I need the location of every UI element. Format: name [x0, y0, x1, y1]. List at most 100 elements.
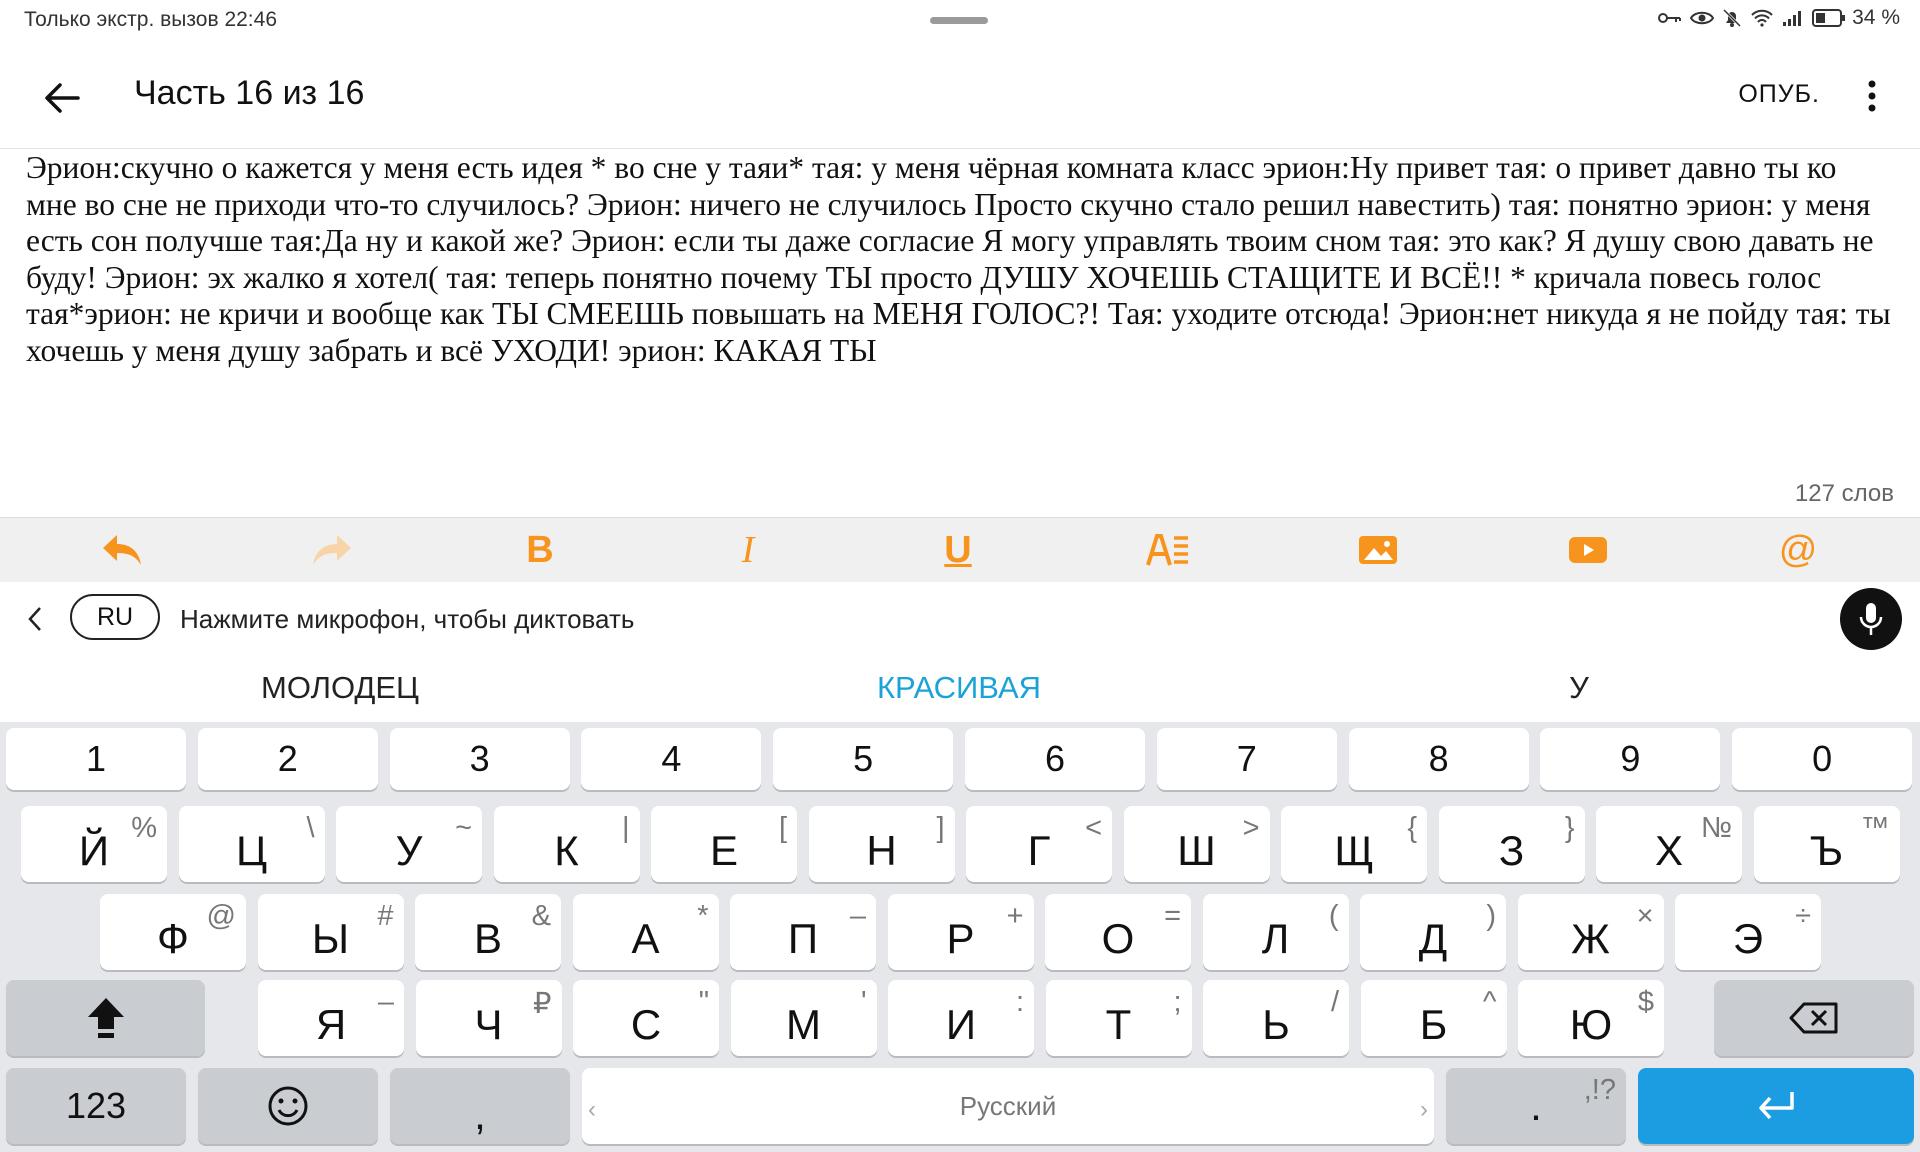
- keyboard-key[interactable]: С ": [573, 980, 719, 1056]
- key-secondary-label: @: [206, 900, 236, 932]
- key-icon: [1658, 13, 1682, 23]
- period-key-label: .: [1530, 1082, 1542, 1129]
- suggestion-2[interactable]: КРАСИВАЯ: [877, 670, 1041, 706]
- key-label: Ы: [311, 915, 350, 962]
- key-secondary-label: |: [621, 812, 630, 844]
- shift-key[interactable]: [6, 980, 205, 1056]
- keyboard-key[interactable]: 4: [581, 728, 762, 790]
- keyboard-key[interactable]: Г <: [966, 806, 1112, 882]
- keyboard-key[interactable]: В &: [415, 894, 561, 970]
- keyboard-key[interactable]: Ч ₽: [415, 980, 562, 1056]
- keyboard-key[interactable]: 9: [1540, 728, 1721, 790]
- keyboard-key[interactable]: Д): [1360, 894, 1506, 970]
- video-insert-icon[interactable]: [1566, 530, 1610, 570]
- undo-icon[interactable]: [100, 530, 144, 570]
- bold-button[interactable]: B: [518, 529, 562, 571]
- keyboard-key[interactable]: Е[: [651, 806, 797, 882]
- redo-icon[interactable]: [310, 530, 354, 570]
- space-key[interactable]: ‹ Русский ›: [582, 1068, 1434, 1144]
- key-secondary-label: ): [1486, 900, 1496, 932]
- underline-button[interactable]: U: [936, 529, 980, 571]
- key-label: 9: [1620, 738, 1641, 779]
- language-pill[interactable]: RU: [70, 594, 160, 640]
- keyboard-key[interactable]: 1: [6, 728, 186, 790]
- keyboard-key[interactable]: К |: [493, 806, 640, 882]
- text-align-icon[interactable]: [1146, 530, 1190, 570]
- keyboard-key[interactable]: Ф @: [100, 894, 246, 970]
- keyboard-key[interactable]: 8: [1348, 728, 1529, 790]
- italic-button[interactable]: I: [726, 529, 770, 571]
- story-text-editor[interactable]: Эрион:скучно о кажется у меня есть идея …: [26, 150, 1892, 470]
- key-secondary-label: :: [1015, 986, 1024, 1018]
- bell-off-icon: [1723, 8, 1742, 28]
- comma-key[interactable]: ,: [390, 1068, 570, 1144]
- key-label: Н: [866, 827, 897, 874]
- key-label: Е: [709, 827, 738, 874]
- keyboard-key[interactable]: Ш >: [1123, 806, 1270, 882]
- keyboard-key[interactable]: М ': [730, 980, 877, 1056]
- keyboard-key[interactable]: Т;: [1045, 980, 1192, 1056]
- keyboard-key[interactable]: 2: [197, 728, 378, 790]
- microphone-button[interactable]: [1840, 588, 1902, 650]
- key-secondary-label: ×: [1636, 900, 1654, 932]
- keyboard-key[interactable]: О =: [1045, 894, 1191, 970]
- keyboard-key[interactable]: Я –: [258, 980, 404, 1056]
- period-key[interactable]: . ,!?: [1446, 1068, 1626, 1144]
- key-secondary-label: &: [531, 900, 551, 932]
- back-arrow-icon[interactable]: [38, 74, 86, 122]
- emoji-key[interactable]: [198, 1068, 378, 1144]
- keyboard-key[interactable]: Ц \: [178, 806, 325, 882]
- publish-button[interactable]: ОПУБ.: [1738, 80, 1820, 109]
- keyboard-key[interactable]: Э ÷: [1675, 894, 1821, 970]
- keyboard-key[interactable]: П –: [730, 894, 876, 970]
- chevron-left-icon[interactable]: [24, 604, 46, 634]
- keyboard-key[interactable]: У ~: [336, 806, 482, 882]
- key-label: Ю: [1569, 1001, 1613, 1048]
- suggestion-1[interactable]: МОЛОДЕЦ: [261, 670, 419, 706]
- keyboard-key[interactable]: А *: [572, 894, 719, 970]
- keyboard-key[interactable]: 6: [965, 728, 1145, 790]
- key-label: Й: [78, 827, 110, 874]
- keyboard-key[interactable]: Ж ×: [1517, 894, 1664, 970]
- drag-handle[interactable]: [930, 17, 988, 24]
- keyboard-key[interactable]: Й%: [21, 806, 167, 882]
- keyboard-key[interactable]: 5: [773, 728, 954, 790]
- keyboard-key[interactable]: 7: [1156, 728, 1337, 790]
- suggestion-3[interactable]: У: [1569, 670, 1589, 706]
- keyboard-key[interactable]: Б ^: [1360, 980, 1507, 1056]
- status-bar: Только экстр. вызов 22:46 34 %: [0, 0, 1920, 40]
- image-insert-icon[interactable]: [1356, 530, 1400, 570]
- key-label: 7: [1236, 738, 1257, 779]
- keyboard-key[interactable]: Щ{: [1281, 806, 1427, 882]
- keyboard-key[interactable]: Ь /: [1203, 980, 1349, 1056]
- backspace-key[interactable]: [1714, 980, 1914, 1056]
- more-vert-icon[interactable]: [1860, 78, 1884, 114]
- keyboard-key[interactable]: Н]: [808, 806, 955, 882]
- key-secondary-label: [: [778, 812, 787, 844]
- mention-button[interactable]: @: [1776, 529, 1820, 571]
- key-secondary-label: $: [1637, 986, 1654, 1018]
- keyboard-key[interactable]: Р +: [887, 894, 1034, 970]
- keyboard-key[interactable]: Л(: [1202, 894, 1349, 970]
- word-count: 127 слов: [1794, 480, 1894, 507]
- space-right-chevron-icon: ›: [1420, 1096, 1428, 1123]
- key-secondary-label: –: [849, 900, 866, 932]
- page-title: Часть 16 из 16: [134, 74, 365, 112]
- keyboard-key[interactable]: Ы #: [257, 894, 404, 970]
- keyboard-key[interactable]: 3: [389, 728, 570, 790]
- keyboard-key[interactable]: Ю $: [1518, 980, 1664, 1056]
- key-label: 6: [1044, 738, 1066, 779]
- battery: 34 %: [1812, 6, 1900, 30]
- keyboard-key[interactable]: Х №: [1596, 806, 1742, 882]
- keyboard-key[interactable]: 0: [1732, 728, 1913, 790]
- numbers-key[interactable]: 123: [6, 1068, 186, 1144]
- enter-icon: [1759, 1092, 1794, 1120]
- key-label: Л: [1261, 915, 1290, 962]
- key-secondary-label: *: [697, 900, 709, 932]
- keyboard-key[interactable]: И:: [888, 980, 1034, 1056]
- keyboard-key[interactable]: З}: [1438, 806, 1585, 882]
- enter-key[interactable]: [1638, 1068, 1914, 1144]
- key-label: Б: [1419, 1001, 1448, 1048]
- keyboard-key[interactable]: Ъ ™: [1753, 806, 1900, 882]
- key-label: У: [395, 827, 423, 874]
